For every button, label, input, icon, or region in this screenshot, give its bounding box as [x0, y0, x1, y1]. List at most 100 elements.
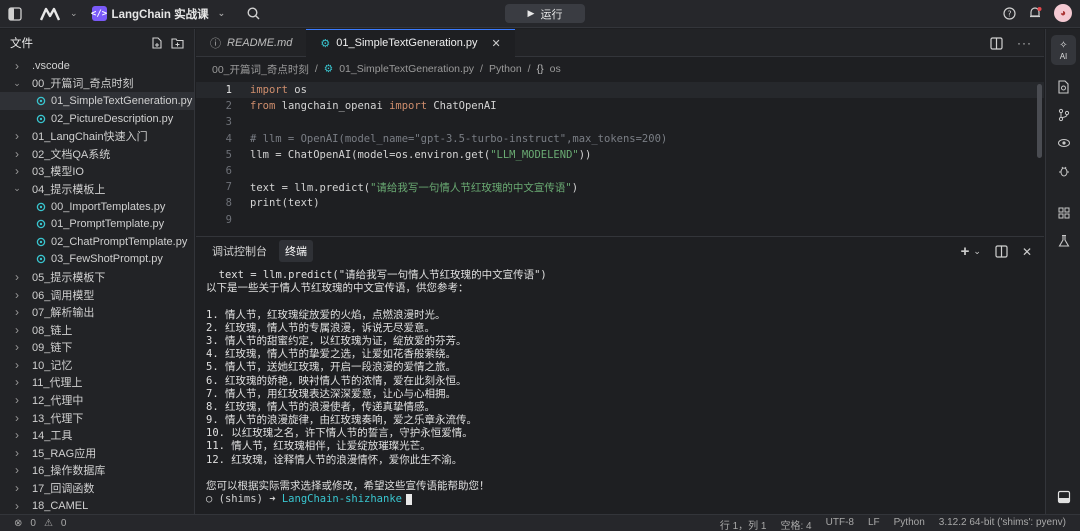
folder-item[interactable]: › 11_代理上: [0, 374, 194, 392]
tree-item-label: 10_记忆: [32, 359, 73, 372]
folder-item[interactable]: › 18_CAMEL: [0, 497, 194, 514]
chevron-down-icon[interactable]: ⌄: [973, 246, 981, 257]
folder-item[interactable]: ⌄ 04_提示模板上: [0, 180, 194, 198]
sparkle-icon: ✧: [1059, 39, 1068, 51]
ai-assistant-button[interactable]: ✧ AI: [1051, 35, 1076, 65]
breadcrumb-separator: /: [527, 63, 531, 75]
chevron-down-icon[interactable]: ⌄: [70, 8, 78, 19]
extensions-grid-icon[interactable]: [1056, 205, 1071, 220]
file-item[interactable]: 02_PictureDescription.py: [0, 110, 194, 128]
code-token: os: [287, 84, 307, 97]
tab-readme[interactable]: ⓘ README.md: [196, 29, 306, 57]
error-icon: ⊗: [14, 517, 23, 529]
breadcrumb-folder[interactable]: 00_开篇词_奇点时刻: [212, 62, 309, 77]
folder-item[interactable]: › 09_链下: [0, 339, 194, 357]
folder-item[interactable]: › 03_模型IO: [0, 163, 194, 181]
tab-debug-console[interactable]: 调试控制台: [206, 240, 273, 262]
tab-terminal[interactable]: 终端: [279, 240, 313, 262]
flask-icon[interactable]: [1056, 233, 1071, 248]
sidebar-toggle-icon[interactable]: [8, 6, 22, 21]
tree-item-label: 13_代理下: [32, 412, 84, 425]
python-file-icon: [36, 114, 46, 124]
close-panel-icon[interactable]: ✕: [1022, 245, 1032, 259]
new-folder-icon[interactable]: [171, 37, 184, 49]
panel-tabbar: 调试控制台 终端: [196, 237, 1044, 265]
ai-label: AI: [1059, 51, 1068, 61]
problems-indicator[interactable]: ⊗ 0 ⚠ 0: [0, 518, 66, 529]
close-icon[interactable]: ✕: [492, 37, 501, 50]
folder-item[interactable]: › 10_记忆: [0, 356, 194, 374]
more-actions-icon[interactable]: ···: [1017, 36, 1032, 50]
editor-scrollbar[interactable]: [1037, 84, 1042, 158]
code-token: print(text): [250, 197, 320, 210]
code-line: 1 import os: [196, 82, 1044, 99]
toggle-panel-icon[interactable]: [1056, 489, 1071, 504]
source-control-icon[interactable]: [1056, 107, 1071, 122]
search-icon[interactable]: [247, 7, 260, 20]
line-number: 5: [225, 148, 232, 161]
cursor-position[interactable]: 行 1，列 1: [720, 517, 767, 531]
folder-item[interactable]: › 13_代理下: [0, 409, 194, 427]
folder-item[interactable]: › 06_调用模型: [0, 286, 194, 304]
python-file-icon: [36, 237, 46, 247]
indentation[interactable]: 空格: 4: [781, 517, 812, 531]
folder-item[interactable]: › 01_LangChain快速入门: [0, 127, 194, 145]
folder-item[interactable]: › 12_代理中: [0, 391, 194, 409]
code-editor[interactable]: 1 import os 2 from langchain_openai import …: [196, 82, 1044, 230]
tree-item-label: 02_PictureDescription.py: [51, 112, 174, 125]
terminal-line: 5. 情人节，送她红玫瑰，开启一段浪漫的爱情之旅。: [206, 361, 456, 374]
line-ending[interactable]: LF: [868, 517, 880, 531]
folder-item[interactable]: › .vscode: [0, 57, 194, 75]
new-terminal-icon[interactable]: +: [961, 243, 970, 260]
folder-item[interactable]: › 02_文档QA系统: [0, 145, 194, 163]
python-interpreter[interactable]: 3.12.2 64-bit ('shims': pyenv): [939, 517, 1066, 531]
eye-icon[interactable]: [1056, 135, 1071, 150]
file-item[interactable]: 01_SimpleTextGeneration.py: [0, 92, 194, 110]
encoding[interactable]: UTF-8: [826, 517, 854, 531]
file-item[interactable]: 02_ChatPromptTemplate.py: [0, 233, 194, 251]
chevron-right-icon: ›: [15, 340, 19, 355]
debug-bug-icon[interactable]: [1056, 163, 1071, 178]
terminal-prompt[interactable]: ○ (shims) ➜ LangChain-shizhanke: [206, 493, 1024, 506]
tree-item-label: 14_工具: [32, 430, 73, 443]
app-logo-icon[interactable]: [40, 7, 62, 21]
terminal-line: text = llm.predict("请给我写一句情人节红玫瑰的中文宣传语"): [206, 269, 547, 281]
terminal-output[interactable]: text = llm.predict("请给我写一句情人节红玫瑰的中文宣传语")…: [206, 269, 1024, 506]
folder-item[interactable]: › 15_RAG应用: [0, 444, 194, 462]
tree-item-label: 04_提示模板上: [32, 183, 106, 196]
new-file-icon[interactable]: [151, 37, 163, 49]
file-explorer: 文件 › .vscode ⌄ 00_开篇词_奇点时刻 01_SimpleTextGene…: [0, 29, 195, 514]
code-text: print(text): [250, 197, 320, 209]
file-item[interactable]: 03_FewShotPrompt.py: [0, 251, 194, 269]
chevron-right-icon: ›: [15, 375, 19, 390]
folder-item[interactable]: › 05_提示模板下: [0, 268, 194, 286]
terminal-line: 9. 情人节的浪漫旋律，由红玫瑰奏响，爱之乐章永流传。: [206, 414, 477, 427]
notification-bell-icon[interactable]: [1028, 6, 1042, 20]
user-avatar[interactable]: ◕: [1054, 4, 1072, 22]
code-line: 5 llm = ChatOpenAI(model=os.environ.get("…: [196, 147, 1044, 163]
language-mode[interactable]: Python: [894, 517, 925, 531]
folder-item[interactable]: ⌄ 00_开篇词_奇点时刻: [0, 75, 194, 93]
folder-item[interactable]: › 14_工具: [0, 426, 194, 444]
chevron-down-icon: ⌄: [13, 183, 21, 194]
folder-item[interactable]: › 07_解析输出: [0, 303, 194, 321]
run-button[interactable]: ▶ 运行: [505, 4, 585, 23]
file-item[interactable]: 00_ImportTemplates.py: [0, 198, 194, 216]
breadcrumb-file[interactable]: 01_SimpleTextGeneration.py: [339, 63, 474, 75]
help-icon[interactable]: ?: [1003, 6, 1016, 20]
file-item[interactable]: 01_PromptTemplate.py: [0, 215, 194, 233]
breadcrumb-symbol[interactable]: os: [550, 63, 561, 75]
python-file-icon: [36, 254, 46, 264]
split-editor-icon[interactable]: [990, 36, 1003, 50]
project-selector[interactable]: </> LangChain 实战课 ⌄: [91, 6, 225, 22]
tab-simple-text-generation[interactable]: ⚙ 01_SimpleTextGeneration.py ✕: [306, 28, 515, 57]
split-terminal-icon[interactable]: [995, 245, 1008, 258]
folder-item[interactable]: › 17_回调函数: [0, 479, 194, 497]
editor-tabbar: ⓘ README.md ⚙ 01_SimpleTextGeneration.py…: [196, 28, 1044, 57]
folder-item[interactable]: › 16_操作数据库: [0, 462, 194, 480]
file-tree: › .vscode ⌄ 00_开篇词_奇点时刻 01_SimpleTextGenerat…: [0, 57, 194, 514]
explorer-search-icon[interactable]: [1056, 79, 1071, 94]
breadcrumb-language[interactable]: Python: [489, 63, 522, 75]
folder-item[interactable]: › 08_链上: [0, 321, 194, 339]
code-text: # llm = OpenAI(model_name="gpt-3.5-turbo…: [250, 133, 667, 145]
